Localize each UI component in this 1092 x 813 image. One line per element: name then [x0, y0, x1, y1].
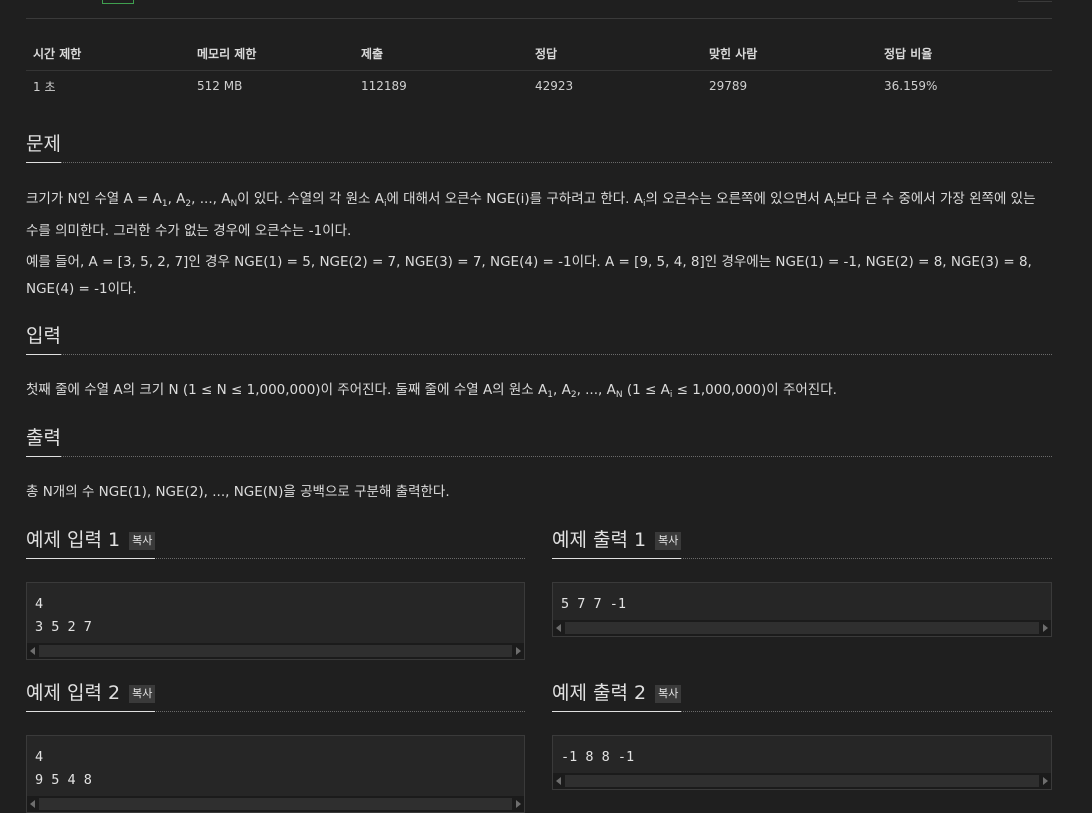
input-text-part: , A: [553, 382, 571, 398]
sample-output-2-text: -1 8 8 -1: [561, 749, 635, 765]
value-solvers: 29789: [709, 79, 748, 94]
sample-output-2-title: 예제 출력 2 복사: [552, 680, 682, 712]
problem-text-part: 에 대해서 오큰수 NGE(i)를 구하려고 한다. A: [386, 191, 643, 207]
sample-input-2-text: 4 9 5 4 8: [35, 749, 92, 788]
problem-section-header: 문제: [26, 131, 1052, 163]
problem-text-part: 크기가 N인 수열 A = A: [26, 191, 162, 207]
sample-output-2-header: 예제 출력 2 복사: [552, 680, 1052, 712]
scrollbar-thumb[interactable]: [39, 645, 512, 657]
sample-output-1-label: 예제 출력 1: [552, 529, 647, 551]
input-description: 첫째 줄에 수열 A의 크기 N (1 ≤ N ≤ 1,000,000)이 주어…: [26, 377, 1052, 409]
sample-output-1-box[interactable]: 5 7 7 -1: [552, 582, 1052, 637]
sample-input-2: 예제 입력 2 복사 4 9 5 4 8: [26, 680, 525, 813]
sample-input-1: 예제 입력 1 복사 4 3 5 2 7: [26, 527, 525, 660]
output-description: 총 N개의 수 NGE(1), NGE(2), ..., NGE(N)을 공백으…: [26, 484, 450, 500]
output-section-title: 출력: [26, 425, 61, 457]
scroll-right-icon[interactable]: [516, 800, 521, 808]
scroll-left-icon[interactable]: [30, 800, 35, 808]
sample-input-2-label: 예제 입력 2: [26, 682, 121, 704]
copy-button[interactable]: 복사: [129, 685, 156, 703]
sample-input-1-text: 4 3 5 2 7: [35, 596, 92, 635]
input-text-part: , ..., A: [576, 382, 616, 398]
sample-output-2: 예제 출력 2 복사 -1 8 8 -1: [552, 680, 1052, 790]
copy-button[interactable]: 복사: [129, 532, 156, 550]
info-value-row: 1 초 512 MB 112189 42923 29789 36.159%: [26, 70, 1052, 102]
scroll-right-icon[interactable]: [1043, 777, 1048, 785]
problem-example-text: 예를 들어, A = [3, 5, 2, 7]인 경우 NGE(1) = 5, …: [26, 254, 1032, 297]
scroll-left-icon[interactable]: [556, 777, 561, 785]
header-submissions: 제출: [354, 38, 528, 71]
sample-output-2-box[interactable]: -1 8 8 -1: [552, 735, 1052, 790]
header-accepted: 정답: [528, 38, 702, 71]
problem-section-title: 문제: [26, 131, 61, 163]
header-accept-ratio: 정답 비율: [877, 38, 1052, 71]
input-text-part: ≤ 1,000,000)이 주어진다.: [672, 382, 837, 398]
sample-input-1-title: 예제 입력 1 복사: [26, 527, 156, 559]
scroll-left-icon[interactable]: [556, 624, 561, 632]
copy-button[interactable]: 복사: [655, 532, 682, 550]
sample-input-2-box[interactable]: 4 9 5 4 8: [26, 735, 525, 813]
problem-section: 문제: [26, 131, 1052, 163]
header-memory-limit: 메모리 제한: [190, 38, 354, 71]
sample-input-1-label: 예제 입력 1: [26, 529, 121, 551]
problem-text-part: 의 오큰수는 오른쪽에 있으면서 A: [645, 191, 834, 207]
active-tab-indicator[interactable]: [102, 0, 134, 4]
problem-text-part: , ..., A: [191, 191, 231, 207]
input-section-title: 입력: [26, 323, 61, 355]
scroll-left-icon[interactable]: [30, 647, 35, 655]
horizontal-scrollbar[interactable]: [27, 796, 524, 812]
value-submissions: 112189: [361, 79, 407, 94]
sample-output-1-text: 5 7 7 -1: [561, 596, 627, 612]
subscript: N: [615, 390, 623, 400]
value-memory-limit: 512 MB: [197, 79, 243, 94]
horizontal-scrollbar[interactable]: [553, 620, 1051, 636]
scrollbar-thumb[interactable]: [39, 798, 512, 810]
problem-text-part: 이 있다. 수열의 각 원소 A: [237, 191, 384, 207]
problem-description: 크기가 N인 수열 A = A1, A2, ..., AN이 있다. 수열의 각…: [26, 186, 1052, 245]
scroll-right-icon[interactable]: [1043, 624, 1048, 632]
sample-input-2-header: 예제 입력 2 복사: [26, 680, 525, 712]
value-accepted: 42923: [535, 79, 574, 94]
scrollbar-thumb[interactable]: [565, 775, 1039, 787]
value-time-limit: 1 초: [33, 79, 56, 94]
problem-text-part: , A: [167, 191, 186, 207]
scroll-right-icon[interactable]: [516, 647, 521, 655]
copy-button[interactable]: 복사: [655, 685, 682, 703]
input-section: 입력: [26, 323, 1052, 355]
input-section-header: 입력: [26, 323, 1052, 355]
horizontal-scrollbar[interactable]: [27, 643, 524, 659]
top-nav-bar: [26, 0, 1052, 19]
problem-info-table: 시간 제한 메모리 제한 제출 정답 맞힌 사람 정답 비율 1 초 512 M…: [26, 38, 1052, 102]
header-time-limit: 시간 제한: [26, 38, 190, 71]
sample-output-2-label: 예제 출력 2: [552, 682, 647, 704]
sample-output-1-title: 예제 출력 1 복사: [552, 527, 682, 559]
scrollbar-thumb[interactable]: [565, 622, 1039, 634]
sample-output-1: 예제 출력 1 복사 5 7 7 -1: [552, 527, 1052, 637]
sample-input-2-title: 예제 입력 2 복사: [26, 680, 156, 712]
sample-input-1-box[interactable]: 4 3 5 2 7: [26, 582, 525, 660]
sample-input-1-header: 예제 입력 1 복사: [26, 527, 525, 559]
horizontal-scrollbar[interactable]: [553, 773, 1051, 789]
header-solvers: 맞힌 사람: [702, 38, 877, 71]
top-right-control[interactable]: [1018, 0, 1052, 2]
input-text-part: 첫째 줄에 수열 A의 크기 N (1 ≤ N ≤ 1,000,000)이 주어…: [26, 382, 548, 398]
value-accept-ratio: 36.159%: [884, 79, 938, 94]
output-section: 출력: [26, 425, 1052, 457]
output-section-header: 출력: [26, 425, 1052, 457]
info-header-row: 시간 제한 메모리 제한 제출 정답 맞힌 사람 정답 비율: [26, 38, 1052, 71]
sample-output-1-header: 예제 출력 1 복사: [552, 527, 1052, 559]
input-text-part: (1 ≤ A: [622, 382, 670, 398]
